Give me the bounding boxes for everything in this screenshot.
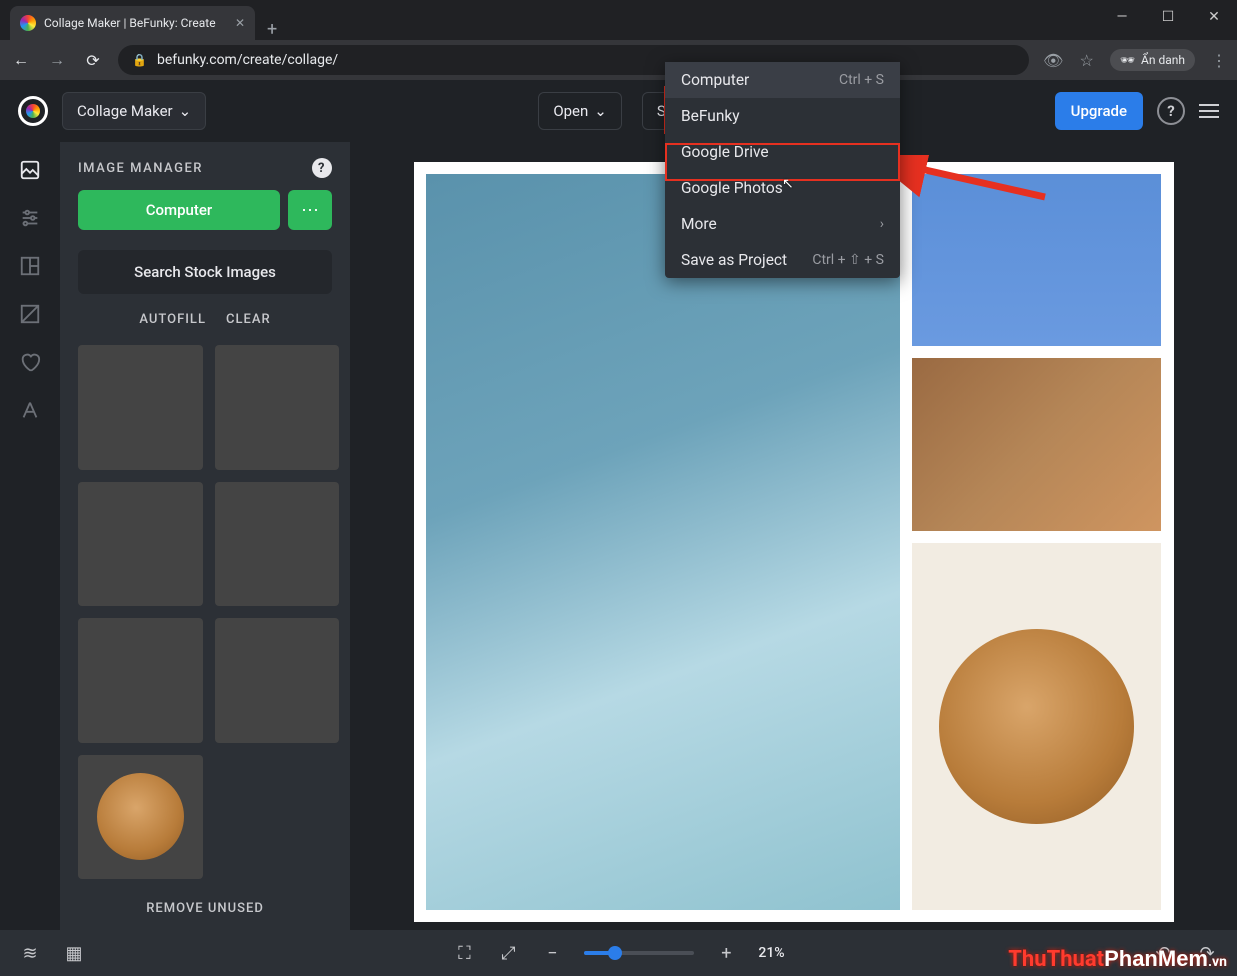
save-menu-save-as-project[interactable]: Save as Project Ctrl + ⇧ + S [665, 242, 900, 278]
thumbnail-grid [60, 337, 350, 887]
collage-cell[interactable] [912, 174, 1162, 346]
browser-titlebar: Collage Maker | BeFunky: Create ✕ + ― ☐ … [0, 0, 1237, 40]
clear-button[interactable]: CLEAR [226, 312, 271, 327]
upload-computer-label: Computer [146, 201, 212, 219]
help-icon[interactable]: ? [1157, 97, 1185, 125]
layers-icon[interactable]: ≋ [18, 943, 42, 964]
save-menu-google-drive[interactable]: Google Drive [665, 134, 900, 170]
incognito-icon: 🕶 [1120, 53, 1135, 67]
expand-icon[interactable]: ⤢ [496, 943, 520, 964]
thumbnail[interactable] [215, 618, 340, 743]
panel-help-icon[interactable]: ? [312, 158, 332, 178]
upgrade-label: Upgrade [1071, 102, 1127, 120]
menu-item-label: Google Drive [681, 143, 769, 161]
patterns-icon[interactable] [18, 302, 42, 326]
chevron-down-icon: ⌄ [594, 102, 607, 120]
autofill-button[interactable]: AUTOFILL [139, 312, 206, 327]
collage-cell[interactable] [912, 543, 1162, 910]
app-switcher-button[interactable]: Collage Maker ⌄ [62, 92, 206, 130]
app-header: Collage Maker ⌄ Open ⌄ Save ⌄ Upgrade ? [0, 80, 1237, 142]
open-label: Open [553, 102, 588, 120]
url-text: befunky.com/create/collage/ [157, 52, 338, 68]
thumbnail[interactable] [78, 345, 203, 470]
collage-cell[interactable] [912, 358, 1162, 530]
save-menu-befunky[interactable]: BeFunky [665, 98, 900, 134]
upload-computer-button[interactable]: Computer [78, 190, 280, 230]
window-minimize-icon[interactable]: ― [1099, 1, 1145, 33]
incognito-badge[interactable]: 🕶 Ẩn danh [1110, 49, 1195, 71]
graphics-heart-icon[interactable] [18, 350, 42, 374]
window-maximize-icon[interactable]: ☐ [1145, 1, 1191, 33]
save-menu-more[interactable]: More › [665, 206, 900, 242]
upload-more-button[interactable]: ⋯ [288, 190, 332, 230]
window-controls: ― ☐ ✕ [1099, 0, 1237, 40]
zoom-out-icon[interactable]: − [540, 943, 564, 964]
nav-reload-icon[interactable]: ⟳ [82, 51, 104, 70]
menu-item-label: Save as Project [681, 251, 787, 269]
image-manager-panel: IMAGE MANAGER ? Computer ⋯ Search Stock … [60, 142, 350, 930]
incognito-label: Ẩn danh [1141, 53, 1185, 67]
tool-rail [0, 142, 60, 930]
save-menu-computer[interactable]: Computer Ctrl + S [665, 62, 900, 98]
menu-item-label: BeFunky [681, 107, 740, 125]
remove-unused-label: REMOVE UNUSED [146, 901, 264, 916]
search-stock-label: Search Stock Images [134, 263, 276, 281]
save-dropdown: Computer Ctrl + S BeFunky Google Drive G… [665, 62, 900, 278]
nav-back-icon[interactable]: ← [10, 50, 32, 70]
open-button[interactable]: Open ⌄ [538, 92, 622, 130]
thumbnail[interactable] [78, 618, 203, 743]
search-stock-button[interactable]: Search Stock Images [78, 250, 332, 294]
lock-icon: 🔒 [132, 53, 147, 67]
settings-sliders-icon[interactable] [18, 206, 42, 230]
browser-menu-icon[interactable]: ⋮ [1211, 51, 1227, 70]
browser-toolbar: ← → ⟳ 🔒 befunky.com/create/collage/ 👁 ☆ … [0, 40, 1237, 80]
nav-forward-icon: → [46, 50, 68, 70]
menu-item-label: Google Photos [681, 179, 783, 197]
thumbnail[interactable] [78, 482, 203, 607]
grid-toggle-icon[interactable]: ▦ [62, 943, 86, 964]
menu-item-shortcut: Ctrl + ⇧ + S [812, 252, 884, 268]
mouse-cursor-icon: ↖ [782, 176, 794, 192]
layouts-icon[interactable] [18, 254, 42, 278]
thumbnail[interactable] [215, 345, 340, 470]
thumbnail[interactable] [78, 755, 203, 880]
eye-off-icon[interactable]: 👁 [1043, 51, 1063, 70]
thumbnail[interactable] [215, 482, 340, 607]
fit-screen-icon[interactable]: ⛶ [452, 943, 476, 964]
zoom-slider[interactable] [584, 951, 694, 955]
upgrade-button[interactable]: Upgrade [1055, 92, 1143, 130]
image-manager-icon[interactable] [18, 158, 42, 182]
tab-close-icon[interactable]: ✕ [235, 16, 245, 30]
zoom-in-icon[interactable]: + [714, 943, 738, 964]
app-body: IMAGE MANAGER ? Computer ⋯ Search Stock … [0, 142, 1237, 930]
menu-item-shortcut: Ctrl + S [839, 72, 884, 88]
collage-cell-main[interactable] [426, 174, 900, 910]
watermark-text: ThuThuatPhanMem.vn [1008, 946, 1227, 972]
befunky-logo-icon[interactable] [18, 96, 48, 126]
text-icon[interactable] [18, 398, 42, 422]
chevron-right-icon: › [880, 216, 884, 232]
menu-item-label: More [681, 215, 717, 233]
window-close-icon[interactable]: ✕ [1191, 1, 1237, 33]
menu-item-label: Computer [681, 71, 749, 89]
tab-title: Collage Maker | BeFunky: Create [44, 16, 216, 30]
chevron-down-icon: ⌄ [179, 102, 192, 120]
app-switcher-label: Collage Maker [77, 102, 173, 120]
panel-title: IMAGE MANAGER [78, 161, 203, 176]
hamburger-menu-icon[interactable] [1199, 104, 1219, 118]
zoom-percent: 21% [758, 945, 784, 961]
browser-tab[interactable]: Collage Maker | BeFunky: Create ✕ [10, 6, 255, 40]
tab-favicon [20, 15, 36, 31]
remove-unused-button[interactable]: REMOVE UNUSED [60, 887, 350, 930]
new-tab-button[interactable]: + [255, 19, 289, 40]
bookmark-star-icon[interactable]: ☆ [1079, 51, 1093, 70]
